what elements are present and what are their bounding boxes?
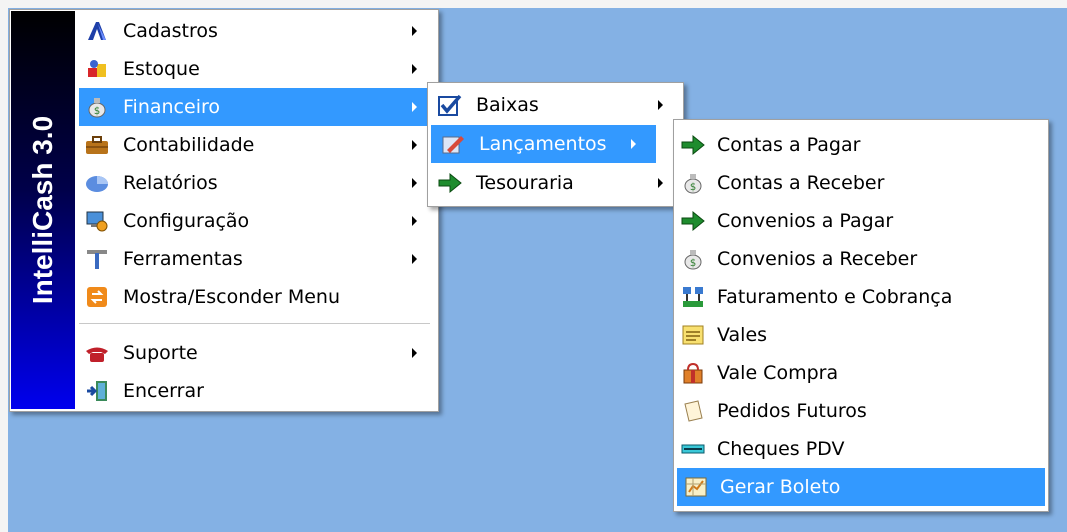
menu-item-label: Encerrar (123, 380, 204, 402)
menu-item-label: Contabilidade (123, 134, 255, 156)
menu-item-label: Configuração (123, 210, 250, 232)
cadastros-icon (85, 19, 109, 43)
money-bag-icon: $ (85, 95, 109, 119)
note-icon (681, 323, 705, 347)
submenu-arrow-icon (412, 254, 417, 264)
tools-icon (85, 247, 109, 271)
main-menu: IntelliCash 3.0 Cadastros Estoque $ Fina… (9, 9, 439, 412)
menu-item-mostra-esconder[interactable]: Mostra/Esconder Menu (79, 278, 437, 316)
menu-item-label: Faturamento e Cobrança (717, 286, 953, 308)
menu-item-vale-compra[interactable]: Vale Compra (674, 354, 1048, 392)
submenu-arrow-icon (412, 26, 417, 36)
menu-item-label: Suporte (123, 342, 198, 364)
green-arrow-icon (681, 133, 705, 157)
menu-item-label: Convenios a Receber (717, 248, 918, 270)
document-icon (681, 399, 705, 423)
menu-item-label: Mostra/Esconder Menu (123, 286, 341, 308)
menu-item-label: Vale Compra (717, 362, 839, 384)
menu-item-ferramentas[interactable]: Ferramentas (79, 240, 437, 278)
menu-item-gerar-boleto[interactable]: Gerar Boleto (677, 468, 1045, 506)
menu-item-configuracao[interactable]: Configuração (79, 202, 437, 240)
menu-item-convenios-a-receber[interactable]: $ Convenios a Receber (674, 240, 1048, 278)
menu-banner: IntelliCash 3.0 (11, 11, 75, 409)
money-bag-icon: $ (681, 247, 705, 271)
menu-item-tesouraria[interactable]: Tesouraria (428, 164, 683, 202)
gift-bag-icon (681, 361, 705, 385)
network-icon (681, 285, 705, 309)
green-arrow-icon (438, 171, 462, 195)
menu-item-contas-a-pagar[interactable]: Contas a Pagar (674, 126, 1048, 164)
menu-item-label: Cheques PDV (717, 438, 845, 460)
menu-item-label: Relatórios (123, 172, 218, 194)
menu-item-financeiro[interactable]: $ Financeiro (79, 88, 437, 126)
menu-item-lancamentos[interactable]: Lançamentos (431, 125, 656, 163)
telephone-icon (85, 341, 109, 365)
menu-item-label: Financeiro (123, 96, 220, 118)
menu-item-baixas[interactable]: Baixas (428, 86, 683, 124)
menu-item-encerrar[interactable]: Encerrar (79, 372, 437, 410)
banner-title: IntelliCash 3.0 (27, 115, 58, 305)
green-arrow-icon (681, 209, 705, 233)
menu-item-contas-a-receber[interactable]: $ Contas a Receber (674, 164, 1048, 202)
submenu-arrow-icon (412, 140, 417, 150)
menu-item-label: Tesouraria (476, 172, 574, 194)
financeiro-submenu: Baixas Lançamentos Tesouraria (427, 82, 684, 207)
money-bag-icon: $ (681, 171, 705, 195)
menu-item-label: Convenios a Pagar (717, 210, 894, 232)
menu-item-label: Contas a Receber (717, 172, 885, 194)
menu-item-label: Vales (717, 324, 768, 346)
menu-item-label: Ferramentas (123, 248, 243, 270)
toggle-menu-icon (85, 285, 109, 309)
menu-item-label: Estoque (123, 58, 200, 80)
menu-item-cadastros[interactable]: Cadastros (79, 12, 437, 50)
menu-item-estoque[interactable]: Estoque (79, 50, 437, 88)
menu-item-suporte[interactable]: Suporte (79, 334, 437, 372)
submenu-arrow-icon (658, 100, 663, 110)
menu-item-vales[interactable]: Vales (674, 316, 1048, 354)
menu-item-label: Contas a Pagar (717, 134, 861, 156)
submenu-arrow-icon (412, 102, 417, 112)
edit-pen-icon (441, 132, 465, 156)
svg-text:$: $ (690, 258, 696, 269)
submenu-arrow-icon (412, 348, 417, 358)
menu-item-label: Baixas (476, 94, 539, 116)
menu-item-pedidos-futuros[interactable]: Pedidos Futuros (674, 392, 1048, 430)
menu-item-convenios-a-pagar[interactable]: Convenios a Pagar (674, 202, 1048, 240)
menu-item-relatorios[interactable]: Relatórios (79, 164, 437, 202)
cheque-icon (681, 437, 705, 461)
submenu-arrow-icon (658, 178, 663, 188)
menu-separator (79, 323, 430, 324)
submenu-arrow-icon (412, 64, 417, 74)
menu-item-cheques-pdv[interactable]: Cheques PDV (674, 430, 1048, 468)
configuration-icon (85, 209, 109, 233)
briefcase-icon (85, 133, 109, 157)
menu-item-faturamento-e-cobranca[interactable]: Faturamento e Cobrança (674, 278, 1048, 316)
menu-item-contabilidade[interactable]: Contabilidade (79, 126, 437, 164)
svg-text:$: $ (94, 106, 100, 117)
checkbox-icon (438, 93, 462, 117)
lancamentos-submenu: Contas a Pagar $ Contas a Receber Conven… (673, 119, 1049, 512)
svg-text:$: $ (690, 182, 696, 193)
estoque-icon (85, 57, 109, 81)
window-top-frame (0, 0, 1067, 8)
invoice-icon (684, 475, 708, 499)
menu-item-label: Lançamentos (479, 133, 607, 155)
pie-chart-icon (85, 171, 109, 195)
menu-item-label: Cadastros (123, 20, 218, 42)
submenu-arrow-icon (631, 139, 636, 149)
menu-item-label: Gerar Boleto (720, 476, 841, 498)
menu-item-label: Pedidos Futuros (717, 400, 867, 422)
submenu-arrow-icon (412, 178, 417, 188)
exit-door-icon (85, 379, 109, 403)
submenu-arrow-icon (412, 216, 417, 226)
window-left-frame (0, 0, 8, 532)
